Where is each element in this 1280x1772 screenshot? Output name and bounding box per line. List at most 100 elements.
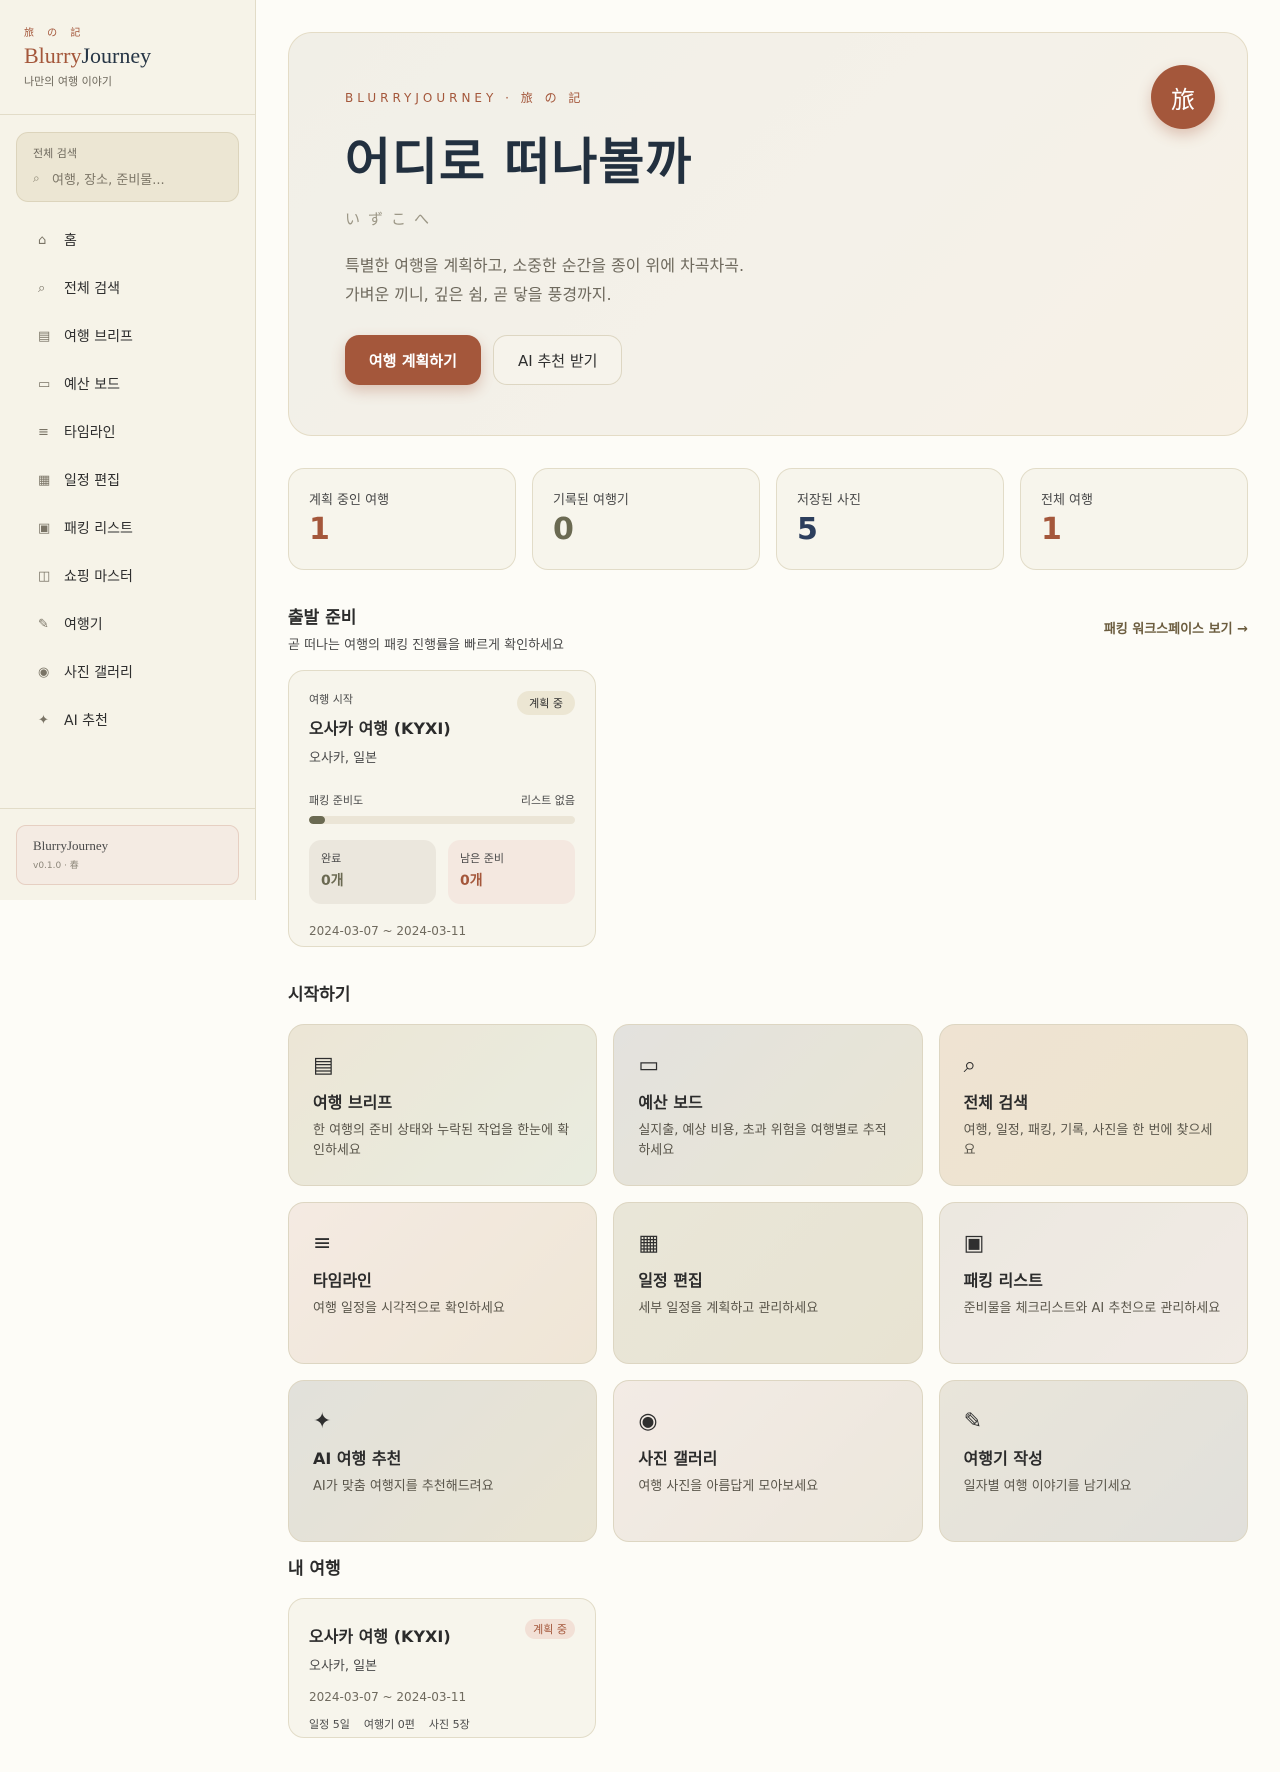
status-badge: 계획 중 [517,691,575,715]
sidebar-item-journal[interactable]: ✎ 여행기 [0,600,255,648]
sidebar-item-ai[interactable]: ✦ AI 추천 [0,696,255,744]
status-badge: 계획 중 [525,1619,575,1639]
version-name: BlurryJourney [33,838,109,853]
brand-name: BlurryJourney [24,43,231,69]
packing-progress-header: 패킹 준비도 리스트 없음 [309,792,575,808]
sidebar-item-shopping[interactable]: ◫ 쇼핑 마스터 [0,552,255,600]
brand-subtitle: 나만의 여행 이야기 [24,75,112,88]
brand-name-journey: Journey [81,43,152,68]
feature-card-ai[interactable]: ✦ AI 여행 추천 AI가 맞춤 여행지를 추천해드려요 [288,1380,598,1542]
packing-progress-fill [309,816,325,824]
packing-workspace-link[interactable]: 패킹 워크스페이스 보기 → [1104,618,1248,637]
sidebar-item-label: 예산 보드 [64,377,120,393]
packing-done-value: 0개 [321,873,344,889]
packing-remaining-box: 남은 준비 0개 [448,840,575,904]
trip-name: 오사카 여행 (KYXI) [309,719,451,738]
hero: BLURRYJOURNEY · 旅 の 記 어디로 떠나볼까 いずこへ 특별한 … [288,32,1248,436]
sidebar-item-label: 여행기 [64,617,103,633]
ai-recommend-button[interactable]: AI 추천 받기 [493,335,623,385]
trip-meta: 일정 5일 여행기 0편 사진 5장 [309,1716,575,1732]
stat-value: 1 [309,512,330,547]
hero-description: 특별한 여행을 계획하고, 소중한 순간을 종이 위에 차곡차곡. 가벼운 끼니… [345,251,1191,309]
sidebar-item-label: 사진 갤러리 [64,665,133,681]
sidebar: 旅 の 記 BlurryJourney 나만의 여행 이야기 전체 검색 ⌕ 여… [0,0,256,900]
sidebar-item-search[interactable]: ⌕ 전체 검색 [0,264,255,312]
packing-progress-status: 리스트 없음 [520,794,575,807]
feature-title: 사진 갤러리 [638,1449,718,1468]
brand-name-blurry: Blurry [24,43,82,68]
hero-description-line: 가벼운 끼니, 깊은 쉼, 곧 닿을 풍경까지. [345,285,612,304]
sidebar-footer: BlurryJourney v0.1.0 · 春 [0,808,255,900]
journal-icon: ✎ [963,1409,983,1434]
sidebar-item-schedule[interactable]: ▦ 일정 편집 [0,456,255,504]
trip-dates: 2024-03-07 ~ 2024-03-11 [309,1690,467,1704]
sidebar-item-label: 여행 브리프 [64,329,133,345]
brief-icon: ▤ [313,1053,334,1078]
feature-grid: ▤ 여행 브리프 한 여행의 준비 상태와 누락된 작업을 한눈에 확인하세요 … [288,1024,1248,1542]
shopping-icon: ◫ [38,568,51,584]
sidebar-search-field[interactable]: ⌕ 여행, 장소, 준비물... [33,169,222,188]
feature-card-search[interactable]: ⌕ 전체 검색 여행, 일정, 패킹, 기록, 사진을 한 번에 찾으세요 [938,1024,1248,1186]
stat-label: 저장된 사진 [797,493,861,508]
wallet-icon: ▭ [638,1053,660,1078]
stats-row: 계획 중인 여행 1 기록된 여행기 0 저장된 사진 5 전체 여행 1 [288,468,1248,570]
my-trip-card[interactable]: 오사카 여행 (KYXI) 계획 중 오사카, 일본 2024-03-07 ~ … [288,1598,596,1738]
feature-description: 세부 일정을 계획하고 관리하세요 [638,1301,819,1316]
feature-card-schedule[interactable]: ▦ 일정 편집 세부 일정을 계획하고 관리하세요 [613,1202,923,1364]
home-icon: ⌂ [38,232,47,248]
sidebar-item-label: 홈 [64,233,77,249]
search-icon: ⌕ [38,280,46,296]
travel-kanji-badge: 旅 [1151,65,1215,129]
feature-card-brief[interactable]: ▤ 여행 브리프 한 여행의 준비 상태와 누락된 작업을 한눈에 확인하세요 [288,1024,598,1186]
hero-title: 어디로 떠나볼까 [345,133,693,191]
feature-card-packing[interactable]: ▣ 패킹 리스트 준비물을 체크리스트와 AI 추천으로 관리하세요 [938,1202,1248,1364]
packing-summary: 완료 0개 남은 준비 0개 [309,840,575,904]
feature-title: 예산 보드 [638,1093,703,1112]
camera-icon: ◉ [38,664,50,680]
stat-label: 기록된 여행기 [553,493,629,508]
trip-journal-count: 여행기 0편 [363,1718,415,1731]
stat-value: 0 [553,512,574,547]
sidebar-item-label: 패킹 리스트 [64,521,133,537]
departure-section-subtitle: 곧 떠나는 여행의 패킹 진행률을 빠르게 확인하세요 [288,638,564,653]
feature-card-budget[interactable]: ▭ 예산 보드 실지출, 예상 비용, 초과 위험을 여행별로 추적하세요 [613,1024,923,1186]
sidebar-item-packing[interactable]: ▣ 패킹 리스트 [0,504,255,552]
sidebar-item-home[interactable]: ⌂ 홈 [0,216,255,264]
search-icon: ⌕ [33,171,40,185]
sidebar-item-gallery[interactable]: ◉ 사진 갤러리 [0,648,255,696]
sidebar-item-timeline[interactable]: ≡ 타임라인 [0,408,255,456]
sidebar-item-label: 쇼핑 마스터 [64,569,133,585]
feature-description: 여행 사진을 아름답게 모아보세요 [638,1479,819,1494]
calendar-icon: ▦ [638,1231,660,1256]
feature-title: 패킹 리스트 [963,1271,1043,1290]
camera-icon: ◉ [638,1409,658,1434]
packing-remaining-label: 남은 준비 [460,852,504,865]
sidebar-item-budget[interactable]: ▭ 예산 보드 [0,360,255,408]
feature-card-journal[interactable]: ✎ 여행기 작성 일자별 여행 이야기를 남기세요 [938,1380,1248,1542]
trip-schedule-count: 일정 5일 [309,1718,350,1731]
feature-description: 준비물을 체크리스트와 AI 추천으로 관리하세요 [963,1301,1221,1316]
sidebar-nav: ⌂ 홈 ⌕ 전체 검색 ▤ 여행 브리프 ▭ 예산 보드 ≡ 타임라인 ▦ 일정 편집 ▣ 패… [0,216,255,744]
hero-eyebrow: BLURRYJOURNEY · 旅 の 記 [345,91,585,105]
packing-done-box: 완료 0개 [309,840,436,904]
calendar-icon: ▦ [38,472,51,488]
trip-location: 오사카, 일본 [309,751,378,766]
my-trips-section-title: 내 여행 [288,1559,341,1579]
feature-card-gallery[interactable]: ◉ 사진 갤러리 여행 사진을 아름답게 모아보세요 [613,1380,923,1542]
plan-trip-button[interactable]: 여행 계획하기 [345,335,482,385]
stat-card-total: 전체 여행 1 [1020,468,1248,570]
brand[interactable]: 旅 の 記 BlurryJourney 나만의 여행 이야기 [0,0,255,115]
stat-card-photos: 저장된 사진 5 [776,468,1004,570]
feature-description: 여행, 일정, 패킹, 기록, 사진을 한 번에 찾으세요 [963,1123,1213,1158]
timeline-icon: ≡ [313,1231,332,1256]
packing-remaining-value: 0개 [460,873,483,889]
stat-value: 5 [797,512,818,547]
feature-title: 전체 검색 [963,1093,1029,1112]
feature-description: 실지출, 예상 비용, 초과 위험을 여행별로 추적하세요 [638,1123,887,1158]
departure-trip-card[interactable]: 여행 시작 계획 중 오사카 여행 (KYXI) 오사카, 일본 패킹 준비도 … [288,670,596,947]
trip-dates: 2024-03-07 ~ 2024-03-11 [309,924,467,938]
sidebar-item-brief[interactable]: ▤ 여행 브리프 [0,312,255,360]
version-card: BlurryJourney v0.1.0 · 春 [16,825,239,885]
feature-card-timeline[interactable]: ≡ 타임라인 여행 일정을 시각적으로 확인하세요 [288,1202,598,1364]
sidebar-search[interactable]: 전체 검색 ⌕ 여행, 장소, 준비물... [16,132,239,202]
